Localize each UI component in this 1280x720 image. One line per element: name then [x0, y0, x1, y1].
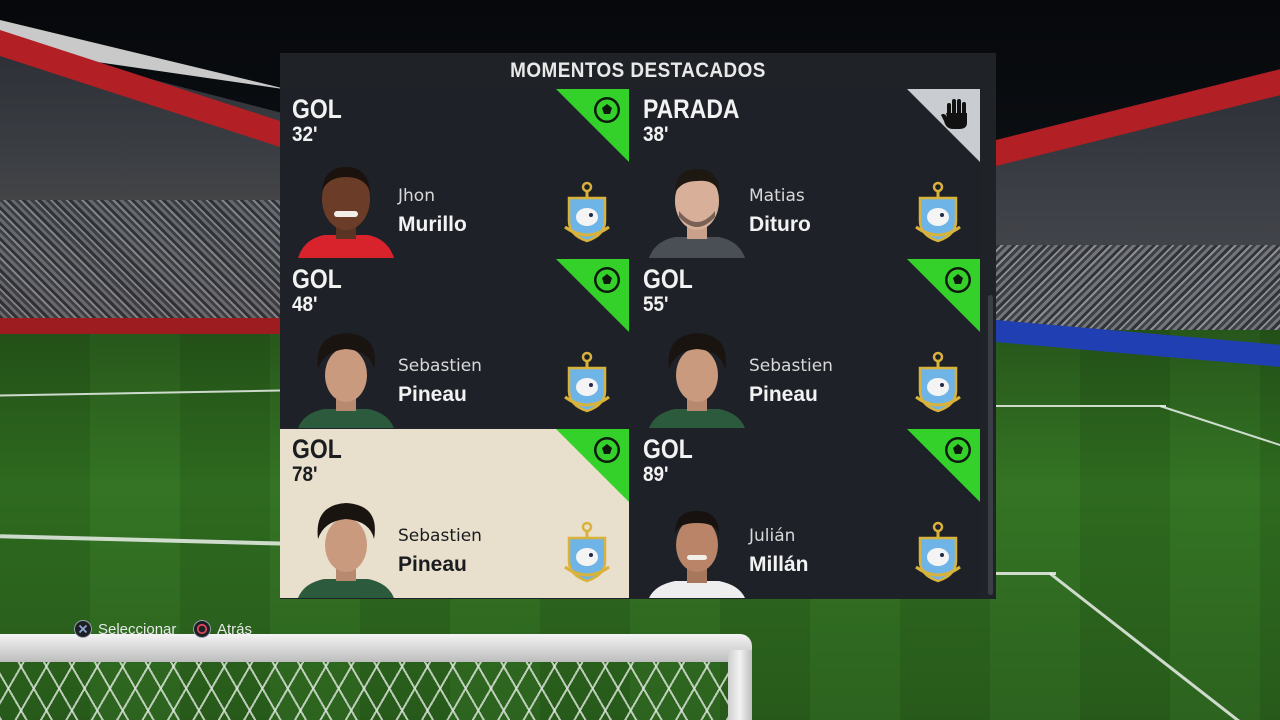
event-type: PARADA	[643, 94, 740, 124]
left-crowd	[0, 200, 290, 330]
goal-corner-badge	[556, 259, 629, 332]
player-photo	[649, 333, 745, 428]
player-first-name: Sebastien	[749, 356, 833, 376]
scrollbar[interactable]	[988, 295, 993, 595]
club-crest-icon	[915, 181, 961, 243]
goal-net	[0, 662, 728, 720]
goal-corner-badge	[556, 89, 629, 162]
event-minute: 48'	[292, 293, 318, 316]
highlight-card-selected[interactable]: GOL 78' Sebastien Pineau	[280, 429, 629, 598]
event-minute: 89'	[643, 463, 669, 486]
player-first-name: Jhon	[398, 186, 435, 206]
highlight-card[interactable]: GOL 89' Julián Millán	[631, 429, 980, 598]
highlights-panel: MOMENTOS DESTACADOS GOL 32' Jhon Murillo…	[280, 53, 996, 599]
player-photo	[298, 333, 394, 428]
player-last-name: Pineau	[398, 383, 467, 406]
club-crest-icon	[564, 521, 610, 583]
goal-post	[728, 650, 752, 720]
event-type: GOL	[643, 264, 693, 294]
soccer-ball-icon	[594, 437, 620, 463]
event-type: GOL	[292, 94, 342, 124]
goal-crossbar	[0, 634, 752, 662]
highlight-card[interactable]: GOL 48' Sebastien Pineau	[280, 259, 629, 428]
left-adboard	[0, 318, 280, 334]
player-first-name: Matias	[749, 186, 805, 206]
event-minute: 32'	[292, 123, 318, 146]
club-crest-icon	[564, 351, 610, 413]
event-type: GOL	[292, 434, 342, 464]
pitch-line	[996, 572, 1056, 575]
soccer-ball-icon	[594, 267, 620, 293]
circle-button-icon	[193, 620, 211, 638]
event-minute: 55'	[643, 293, 669, 316]
player-last-name: Pineau	[398, 553, 467, 576]
select-hint[interactable]: Seleccionar	[74, 620, 176, 638]
player-last-name: Pineau	[749, 383, 818, 406]
event-minute: 78'	[292, 463, 318, 486]
player-photo	[649, 511, 745, 598]
player-photo	[649, 169, 745, 258]
club-crest-icon	[915, 351, 961, 413]
soccer-ball-icon	[945, 267, 971, 293]
player-photo	[298, 503, 394, 598]
goal-corner-badge	[907, 429, 980, 502]
back-hint[interactable]: Atrás	[193, 620, 252, 638]
highlight-card[interactable]: PARADA 38' Matias Dituro	[631, 89, 980, 258]
player-last-name: Murillo	[398, 213, 467, 236]
event-type: GOL	[643, 434, 693, 464]
soccer-ball-icon	[594, 97, 620, 123]
event-minute: 38'	[643, 123, 669, 146]
pitch-line	[996, 405, 1166, 407]
goal-corner-badge	[556, 429, 629, 502]
goal-corner-badge	[907, 259, 980, 332]
player-photo	[298, 167, 394, 258]
highlight-card[interactable]: GOL 32' Jhon Murillo	[280, 89, 629, 258]
club-crest-icon	[564, 181, 610, 243]
highlight-card[interactable]: GOL 55' Sebastien Pineau	[631, 259, 980, 428]
panel-title: MOMENTOS DESTACADOS	[510, 59, 766, 82]
highlights-grid: GOL 32' Jhon Murillo PARADA 38' Matias D…	[280, 89, 980, 599]
soccer-ball-icon	[945, 437, 971, 463]
player-first-name: Sebastien	[398, 526, 482, 546]
player-last-name: Dituro	[749, 213, 811, 236]
right-crowd	[990, 245, 1280, 335]
save-corner-badge	[907, 89, 980, 162]
player-last-name: Millán	[749, 553, 809, 576]
back-hint-label: Atrás	[217, 620, 253, 638]
player-first-name: Sebastien	[398, 356, 482, 376]
event-type: GOL	[292, 264, 342, 294]
player-first-name: Julián	[749, 526, 796, 546]
club-crest-icon	[915, 521, 961, 583]
cross-button-icon	[74, 620, 92, 638]
select-hint-label: Seleccionar	[98, 620, 177, 638]
